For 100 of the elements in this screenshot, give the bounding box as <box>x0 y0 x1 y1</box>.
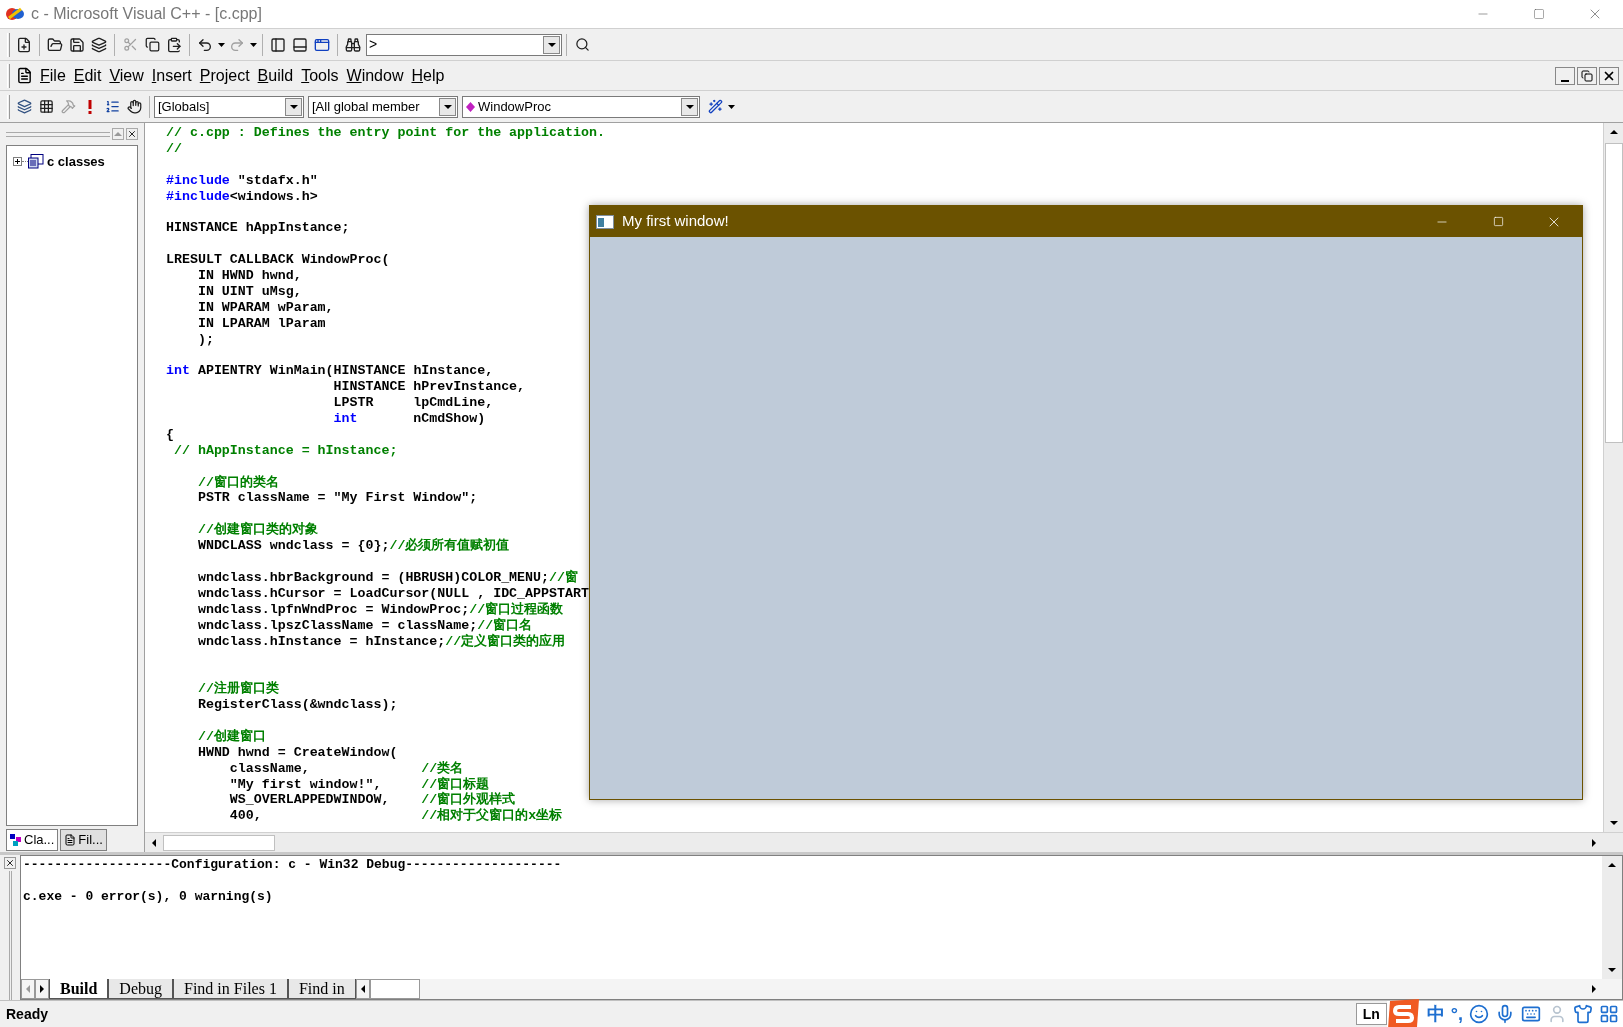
output-tab[interactable]: Find in <box>287 979 356 999</box>
paste-icon[interactable] <box>166 36 182 53</box>
code-line: #include "stdafx.h" <box>166 172 318 189</box>
expand-icon[interactable] <box>13 157 22 167</box>
code-line: int APIENTRY WinMain(HINSTANCE hInstance, <box>166 363 494 380</box>
workspace-icon[interactable] <box>270 36 286 53</box>
shirt-icon[interactable] <box>1573 1004 1593 1024</box>
minimize-icon[interactable] <box>1561 79 1569 82</box>
hand-icon[interactable] <box>126 99 142 114</box>
scrollbar-thumb[interactable] <box>369 979 420 999</box>
scroll-right-icon[interactable] <box>40 985 44 993</box>
scroll-left-icon[interactable] <box>152 838 156 847</box>
document-icon[interactable] <box>16 67 33 84</box>
menu-item[interactable]: Tools <box>297 63 343 88</box>
menu-item[interactable]: Project <box>195 63 254 88</box>
undo-icon[interactable] <box>197 36 213 53</box>
menu-item[interactable]: File <box>36 63 70 88</box>
workspace-tab[interactable]: Fil... <box>60 829 107 851</box>
scroll-down-icon[interactable] <box>1609 821 1618 825</box>
code-line: LPSTR lpCmdLine, <box>332 395 494 412</box>
output-tab[interactable]: Debug <box>108 979 173 999</box>
code-line: ); <box>196 331 214 348</box>
status-text: Ready <box>6 1004 49 1024</box>
workspace-tab[interactable]: Cla... <box>6 829 59 851</box>
code-line: IN HWND hwnd, <box>196 268 302 284</box>
grid-icon[interactable] <box>1599 1004 1619 1024</box>
close-icon[interactable] <box>127 129 137 139</box>
scrollbar-thumb[interactable] <box>1604 143 1623 443</box>
list-icon[interactable] <box>104 99 120 114</box>
dropdown-button[interactable] <box>439 97 456 116</box>
punctuation-mode[interactable]: °, <box>1450 1000 1463 1027</box>
code-line: HWND hwnd = CreateWindow( <box>196 744 398 761</box>
ime-logo-icon[interactable] <box>1386 999 1421 1027</box>
caret-icon[interactable] <box>547 42 556 47</box>
output-tab[interactable]: Build <box>49 979 109 999</box>
find-combo[interactable]: > <box>366 33 562 56</box>
code-line: IN WPARAM wParam, <box>196 299 334 316</box>
window-icon <box>596 214 614 229</box>
code-line: //窗口的类名 <box>196 474 279 491</box>
caret-icon[interactable] <box>443 104 452 109</box>
find-in-files-icon[interactable] <box>345 36 361 53</box>
window-list-icon[interactable] <box>314 36 330 53</box>
member-icon <box>466 101 475 112</box>
caret-icon[interactable] <box>289 104 298 109</box>
close-icon[interactable] <box>5 858 15 868</box>
code-line: //创建窗口类的对象 <box>196 522 318 539</box>
caret-icon[interactable] <box>249 42 257 47</box>
wand-icon[interactable] <box>707 99 723 114</box>
scrollbar-thumb[interactable] <box>163 834 275 851</box>
search-icon[interactable] <box>574 37 590 52</box>
scroll-down-icon[interactable] <box>1608 968 1616 972</box>
code-line: // hAppInstance = hInstance; <box>172 442 398 459</box>
menu-item[interactable]: Help <box>407 63 449 88</box>
code-line: HINSTANCE hPrevInstance, <box>332 379 526 396</box>
wizard-combo[interactable]: WindowProc <box>462 95 700 118</box>
new-file-icon[interactable] <box>16 36 32 53</box>
dropdown-button[interactable] <box>285 97 302 116</box>
code-line: WS_OVERLAPPEDWINDOW, //窗口外观样式 <box>228 792 516 808</box>
output-line: -------------------Configuration: c - Win32 Debug-------------------- <box>23 857 562 873</box>
code-line: wndclass.hCursor = LoadCursor(NULL , IDC_APPSTART <box>196 585 589 601</box>
menu-item[interactable]: View <box>105 63 148 88</box>
build-icon[interactable] <box>38 99 54 114</box>
caret-icon[interactable] <box>217 42 225 47</box>
menu-item[interactable]: Window <box>342 63 408 88</box>
code-line: WNDCLASS wndclass = {0};//必须所有值赋初值 <box>196 538 510 555</box>
output-icon[interactable] <box>292 36 308 53</box>
menu-item[interactable]: Build <box>253 63 298 88</box>
restore-icon[interactable] <box>1581 69 1593 82</box>
window-title: c - Microsoft Visual C++ - [c.cpp] <box>31 4 262 24</box>
scroll-right-icon[interactable] <box>1592 985 1596 993</box>
ime-mode[interactable]: 中 <box>1426 1000 1445 1027</box>
smiley-icon[interactable] <box>1469 1004 1489 1024</box>
caret-icon[interactable] <box>685 104 694 109</box>
code-line: IN UINT uMsg, <box>196 283 302 300</box>
wizard-combo[interactable]: [All global member <box>308 95 458 118</box>
menu-item[interactable]: Insert <box>147 63 196 88</box>
combo-value: [Globals] <box>158 97 210 116</box>
save-icon[interactable] <box>69 36 85 53</box>
tree-item[interactable]: c classes <box>47 152 105 172</box>
code-line: HINSTANCE hAppInstance; <box>166 220 350 237</box>
dropdown-button[interactable] <box>543 35 560 54</box>
open-folder-icon[interactable] <box>47 36 63 53</box>
scroll-up-icon[interactable] <box>1609 130 1618 134</box>
code-line: wndclass.hbrBackground = (HBRUSH)COLOR_MENU;//窗 <box>196 569 578 586</box>
copy-icon[interactable] <box>144 37 160 52</box>
dropdown-button[interactable] <box>681 97 698 116</box>
output-tab[interactable]: Find in Files 1 <box>173 979 288 999</box>
menu-item[interactable]: Edit <box>69 63 106 88</box>
output-line: c.exe - 0 error(s), 0 warning(s) <box>23 889 273 905</box>
scroll-up-icon[interactable] <box>1608 863 1616 867</box>
scroll-left-icon[interactable] <box>360 985 365 993</box>
code-line: wndclass.lpszClassName = className;//窗口名 <box>196 617 533 633</box>
code-line: RegisterClass(&wndclass); <box>196 697 398 713</box>
execute-icon[interactable] <box>88 99 92 114</box>
code-line: wndclass.hInstance = hInstance;//定义窗口类的应用 <box>196 633 566 650</box>
scroll-right-icon[interactable] <box>1592 838 1596 847</box>
microphone-icon[interactable] <box>1495 1004 1515 1024</box>
caret-icon[interactable] <box>727 104 735 109</box>
keyboard-icon[interactable] <box>1521 1004 1541 1024</box>
wizard-combo[interactable]: [Globals] <box>154 95 304 118</box>
